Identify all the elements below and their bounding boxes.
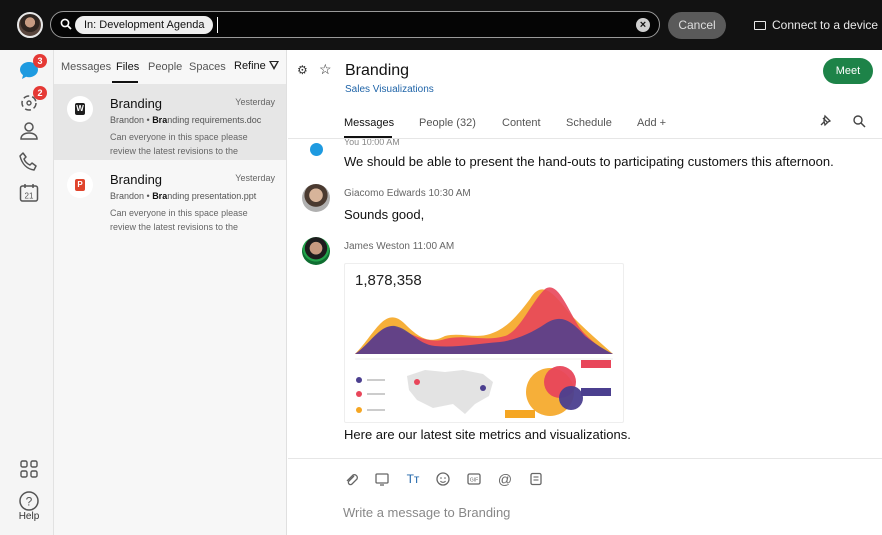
meet-button[interactable]: Meet bbox=[823, 58, 873, 84]
result-time: Yesterday bbox=[235, 173, 275, 183]
message-text: Sounds good, bbox=[344, 207, 425, 222]
screen-icon bbox=[754, 21, 766, 30]
search-results-panel: Messages Files People Spaces Refine W Br… bbox=[54, 50, 287, 535]
result-meta: Brandon • Branding requirements.doc bbox=[110, 115, 262, 125]
text-format-icon[interactable]: Tт bbox=[405, 471, 421, 487]
active-tab-indicator bbox=[112, 81, 138, 83]
clear-search-icon[interactable]: × bbox=[636, 18, 650, 32]
tab-add[interactable]: Add + bbox=[637, 117, 666, 129]
mention-icon[interactable]: @ bbox=[497, 471, 513, 487]
result-snippet: Can everyone in this space please review… bbox=[110, 132, 248, 156]
settings-gear-icon[interactable]: ⚙ bbox=[297, 63, 308, 77]
divider bbox=[288, 458, 882, 459]
cancel-button[interactable]: Cancel bbox=[668, 12, 726, 39]
rail-badge: 2 bbox=[33, 86, 47, 100]
space-subtitle-link[interactable]: Sales Visualizations bbox=[345, 84, 434, 95]
result-time: Yesterday bbox=[235, 97, 275, 107]
message-feed: You 10:00 AM We should be able to presen… bbox=[288, 139, 882, 459]
rail-item-contacts[interactable] bbox=[17, 119, 41, 143]
metric-value: 1,878,358 bbox=[355, 272, 422, 289]
emoji-icon[interactable] bbox=[435, 471, 451, 487]
message-meta: You 10:00 AM bbox=[344, 139, 400, 147]
rail-item-apps[interactable] bbox=[17, 457, 41, 481]
search-icon bbox=[60, 18, 72, 32]
top-bar: In: Development Agenda × Cancel Connect … bbox=[0, 0, 882, 50]
result-snippet: Can everyone in this space please review… bbox=[110, 208, 248, 232]
svg-text:GIF: GIF bbox=[470, 478, 478, 484]
calendar-icon: 21 bbox=[19, 184, 39, 202]
attach-icon[interactable] bbox=[343, 471, 359, 487]
search-box[interactable]: In: Development Agenda × bbox=[50, 11, 660, 38]
file-result[interactable]: W Branding Yesterday Brandon • Branding … bbox=[54, 84, 286, 160]
tab-spaces[interactable]: Spaces bbox=[189, 61, 226, 73]
apps-grid-icon bbox=[20, 460, 38, 478]
search-tabs: Messages Files People Spaces Refine bbox=[54, 50, 287, 84]
person-icon bbox=[20, 122, 38, 140]
space-view: ⚙ ☆ Branding Sales Visualizations Meet M… bbox=[288, 50, 882, 535]
space-title: Branding bbox=[345, 62, 410, 79]
message-meta: James Weston 11:00 AM bbox=[344, 241, 455, 252]
whiteboard-icon[interactable] bbox=[528, 471, 544, 487]
connect-device-button[interactable]: Connect to a device bbox=[754, 17, 878, 33]
message-text: We should be able to present the hand-ou… bbox=[344, 154, 834, 169]
result-title: Branding bbox=[110, 96, 163, 111]
tab-content[interactable]: Content bbox=[502, 117, 541, 129]
avatar[interactable] bbox=[302, 184, 330, 212]
svg-text:?: ? bbox=[26, 495, 33, 509]
tab-schedule[interactable]: Schedule bbox=[566, 117, 612, 129]
text-cursor bbox=[217, 17, 218, 33]
powerpoint-file-icon: P bbox=[67, 172, 93, 198]
screen-share-icon[interactable] bbox=[374, 471, 390, 487]
phone-icon bbox=[19, 152, 37, 171]
calendar-day-label: 21 bbox=[25, 192, 34, 201]
search-icon[interactable] bbox=[852, 114, 866, 128]
message-meta: Giacomo Edwards 10:30 AM bbox=[344, 188, 471, 199]
rail-item-messaging[interactable]: 3 bbox=[17, 54, 47, 83]
gif-icon[interactable]: GIF bbox=[466, 471, 482, 487]
help-label: Help bbox=[18, 511, 40, 522]
connect-device-label: Connect to a device bbox=[772, 18, 879, 32]
user-avatar[interactable] bbox=[17, 12, 43, 38]
file-result[interactable]: P Branding Yesterday Brandon • Branding … bbox=[54, 160, 286, 236]
filter-icon bbox=[268, 61, 279, 70]
result-title: Branding bbox=[110, 172, 163, 187]
favorite-star-icon[interactable]: ☆ bbox=[319, 61, 332, 78]
help-button[interactable]: ? bbox=[17, 489, 41, 513]
rail-badge: 3 bbox=[33, 54, 47, 68]
search-filter-pill[interactable]: In: Development Agenda bbox=[75, 16, 214, 34]
result-meta: Brandon • Branding presentation.ppt bbox=[110, 191, 257, 201]
tab-people[interactable]: People bbox=[148, 61, 182, 73]
navigation-rail: 3 2 21 ? Help bbox=[0, 50, 54, 535]
message-input[interactable] bbox=[343, 502, 863, 522]
help-icon: ? bbox=[19, 491, 39, 511]
rail-item-calls[interactable] bbox=[17, 150, 41, 174]
image-attachment[interactable]: 1,878,358 bbox=[344, 263, 624, 423]
rail-item-meetings[interactable]: 21 bbox=[17, 181, 41, 205]
tab-people[interactable]: People (32) bbox=[419, 117, 476, 129]
rail-item-teams[interactable]: 2 bbox=[17, 86, 47, 115]
refine-label: Refine bbox=[234, 60, 266, 72]
self-message-icon bbox=[310, 143, 323, 156]
tab-files[interactable]: Files bbox=[116, 61, 139, 73]
message-text: Here are our latest site metrics and vis… bbox=[344, 427, 631, 442]
word-file-icon: W bbox=[67, 96, 93, 122]
tab-messages[interactable]: Messages bbox=[344, 117, 394, 129]
tab-messages[interactable]: Messages bbox=[61, 61, 111, 73]
avatar[interactable] bbox=[302, 237, 330, 265]
refine-button[interactable]: Refine bbox=[234, 60, 279, 72]
pin-icon[interactable] bbox=[818, 114, 832, 128]
